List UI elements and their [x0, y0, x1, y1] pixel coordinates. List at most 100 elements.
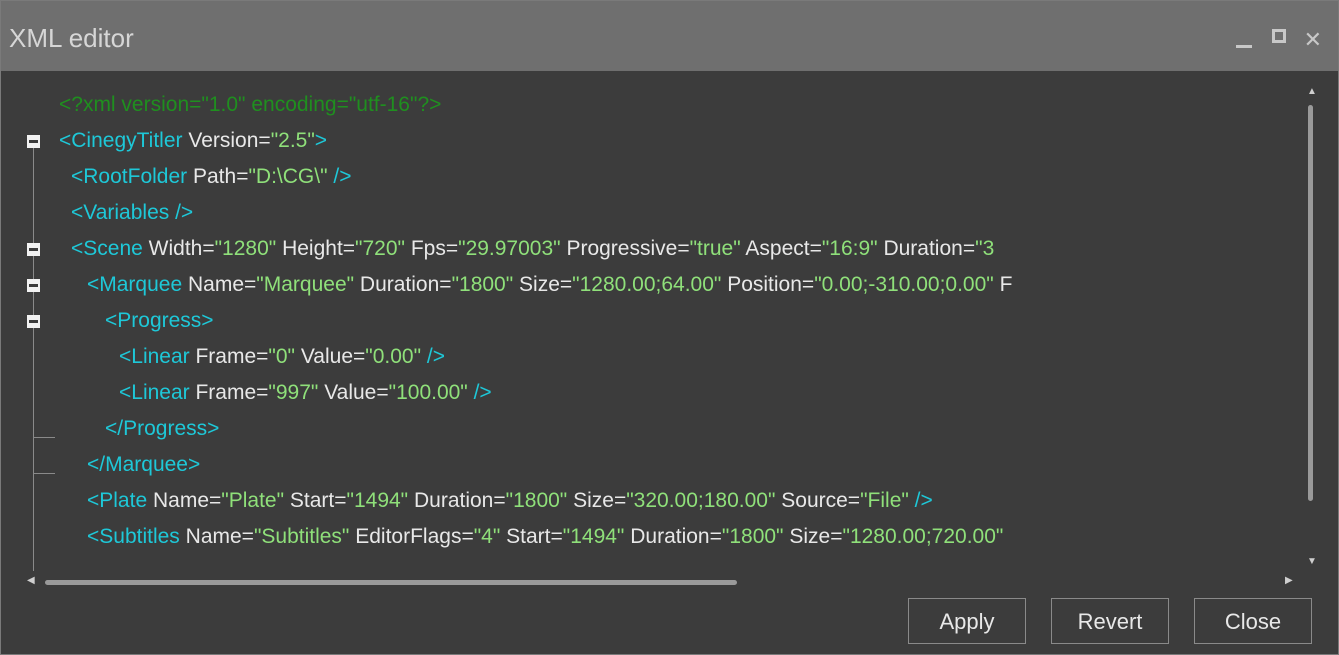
vertical-scroll-thumb[interactable]: [1308, 105, 1313, 501]
xml-line-code: <Linear Frame="997" Value="100.00" />: [119, 375, 492, 411]
xml-line-code: <RootFolder Path="D:\CG\" />: [71, 159, 351, 195]
xml-token-tag: <Scene: [71, 237, 143, 260]
xml-line[interactable]: <RootFolder Path="D:\CG\" />: [13, 159, 1305, 195]
title-bar[interactable]: XML editor ✕: [1, 1, 1338, 71]
xml-token-attr: Width=: [142, 237, 215, 260]
xml-token-tag: />: [327, 165, 352, 188]
xml-token-tag: <Variables />: [71, 201, 194, 224]
xml-token-val: "3: [975, 237, 995, 260]
xml-token-val: "997": [268, 381, 319, 404]
close-button[interactable]: Close: [1194, 598, 1312, 644]
xml-token-val: "File": [860, 489, 909, 512]
xml-token-attr: Name=: [179, 525, 254, 548]
xml-line[interactable]: <Marquee Name="Marquee" Duration="1800" …: [13, 267, 1305, 303]
xml-token-val: "Subtitles": [253, 525, 350, 548]
xml-token-tag: </Marquee>: [87, 453, 201, 476]
scroll-down-icon[interactable]: ▼: [1307, 557, 1317, 567]
xml-line-code: <Plate Name="Plate" Start="1494" Duratio…: [87, 483, 933, 519]
xml-token-val: "2.5": [270, 129, 315, 152]
xml-token-attr: Name=: [147, 489, 222, 512]
xml-token-tag: <Marquee: [87, 273, 183, 296]
xml-token-attr: Source=: [775, 489, 861, 512]
xml-token-val: "320.00;180.00": [626, 489, 776, 512]
maximize-icon[interactable]: [1272, 29, 1286, 43]
xml-line[interactable]: <Subtitles Name="Subtitles" EditorFlags=…: [13, 519, 1305, 555]
xml-token-tag: />: [467, 381, 492, 404]
xml-line-code: </Marquee>: [87, 447, 200, 483]
xml-line-code: <Scene Width="1280" Height="720" Fps="29…: [71, 231, 994, 267]
xml-line[interactable]: <Plate Name="Plate" Start="1494" Duratio…: [13, 483, 1305, 519]
xml-token-attr: Position=: [721, 273, 815, 296]
horizontal-scroll-thumb[interactable]: [45, 580, 737, 585]
xml-line[interactable]: </Marquee>: [13, 447, 1305, 483]
xml-token-tag: <Plate: [87, 489, 148, 512]
xml-token-attr: Duration=: [877, 237, 976, 260]
revert-button[interactable]: Revert: [1051, 598, 1169, 644]
xml-token-val: "720": [355, 237, 405, 260]
xml-line-code: <?xml version="1.0" encoding="utf-16"?>: [59, 87, 441, 123]
xml-token-val: "1494": [346, 489, 409, 512]
xml-token-attr: Frame=: [189, 381, 269, 404]
xml-token-val: "true": [689, 237, 741, 260]
xml-token-val: "0.00": [365, 345, 422, 368]
xml-token-proc: <?xml version="1.0" encoding="utf-16"?>: [59, 93, 442, 116]
xml-token-val: "100.00": [388, 381, 468, 404]
xml-text-area[interactable]: <?xml version="1.0" encoding="utf-16"?> <…: [13, 83, 1305, 575]
scroll-up-icon[interactable]: ▲: [1307, 87, 1317, 97]
scroll-right-icon[interactable]: ▶: [1285, 576, 1293, 586]
xml-token-attr: Fps=: [405, 237, 459, 260]
xml-token-attr: Start=: [284, 489, 347, 512]
xml-line[interactable]: <CinegyTitler Version="2.5">: [13, 123, 1305, 159]
xml-token-val: "0": [268, 345, 296, 368]
xml-token-tag: <Subtitles: [87, 525, 180, 548]
xml-token-attr: F: [993, 273, 1013, 296]
xml-token-val: "Marquee": [256, 273, 355, 296]
xml-editor-window: XML editor ✕ <?xml version="1.0" encodin…: [0, 0, 1339, 655]
xml-token-attr: Frame=: [189, 345, 269, 368]
xml-line[interactable]: <Linear Frame="997" Value="100.00" />: [13, 375, 1305, 411]
xml-token-tag: </Progress>: [105, 417, 220, 440]
xml-token-attr: Progressive=: [560, 237, 690, 260]
xml-token-tag: <Linear: [119, 381, 190, 404]
xml-token-attr: Value=: [295, 345, 366, 368]
minimize-icon[interactable]: [1236, 29, 1252, 48]
xml-token-attr: Version=: [182, 129, 271, 152]
apply-button[interactable]: Apply: [908, 598, 1026, 644]
xml-line[interactable]: <Progress>: [13, 303, 1305, 339]
xml-token-attr: Size=: [567, 489, 627, 512]
horizontal-scrollbar[interactable]: ◀ ▶: [27, 575, 1305, 589]
xml-token-attr: Value=: [318, 381, 389, 404]
xml-token-tag: <Progress>: [105, 309, 214, 332]
xml-token-tag: />: [908, 489, 933, 512]
xml-line[interactable]: <Scene Width="1280" Height="720" Fps="29…: [13, 231, 1305, 267]
close-icon[interactable]: ✕: [1304, 29, 1322, 51]
xml-token-val: "1280.00;720.00": [842, 525, 1004, 548]
xml-line[interactable]: <?xml version="1.0" encoding="utf-16"?>: [13, 87, 1305, 123]
xml-token-tag: >: [314, 129, 328, 152]
xml-line-code: <Progress>: [105, 303, 214, 339]
xml-line-code: <Variables />: [71, 195, 193, 231]
vertical-scrollbar[interactable]: ▲ ▼: [1305, 83, 1317, 575]
xml-token-tag: <CinegyTitler: [59, 129, 183, 152]
xml-line[interactable]: <Linear Frame="0" Value="0.00" />: [13, 339, 1305, 375]
xml-token-val: "4": [473, 525, 501, 548]
xml-token-val: "29.97003": [458, 237, 561, 260]
xml-token-attr: Height=: [276, 237, 356, 260]
window-title: XML editor: [9, 23, 134, 53]
xml-token-val: "Plate": [221, 489, 285, 512]
xml-token-attr: Start=: [500, 525, 563, 548]
xml-token-val: "1800": [451, 273, 514, 296]
xml-line-code: <Marquee Name="Marquee" Duration="1800" …: [87, 267, 1012, 303]
xml-token-val: "16:9": [821, 237, 878, 260]
xml-line-code: <CinegyTitler Version="2.5">: [59, 123, 327, 159]
xml-line[interactable]: </Progress>: [13, 411, 1305, 447]
xml-token-val: "1800": [505, 489, 568, 512]
xml-token-tag: <Linear: [119, 345, 190, 368]
xml-token-val: "1280": [214, 237, 277, 260]
xml-token-attr: EditorFlags=: [349, 525, 474, 548]
xml-token-val: "1494": [562, 525, 625, 548]
xml-token-attr: Duration=: [624, 525, 722, 548]
xml-token-attr: Duration=: [354, 273, 452, 296]
xml-line[interactable]: <Variables />: [13, 195, 1305, 231]
scroll-left-icon[interactable]: ◀: [27, 576, 35, 586]
